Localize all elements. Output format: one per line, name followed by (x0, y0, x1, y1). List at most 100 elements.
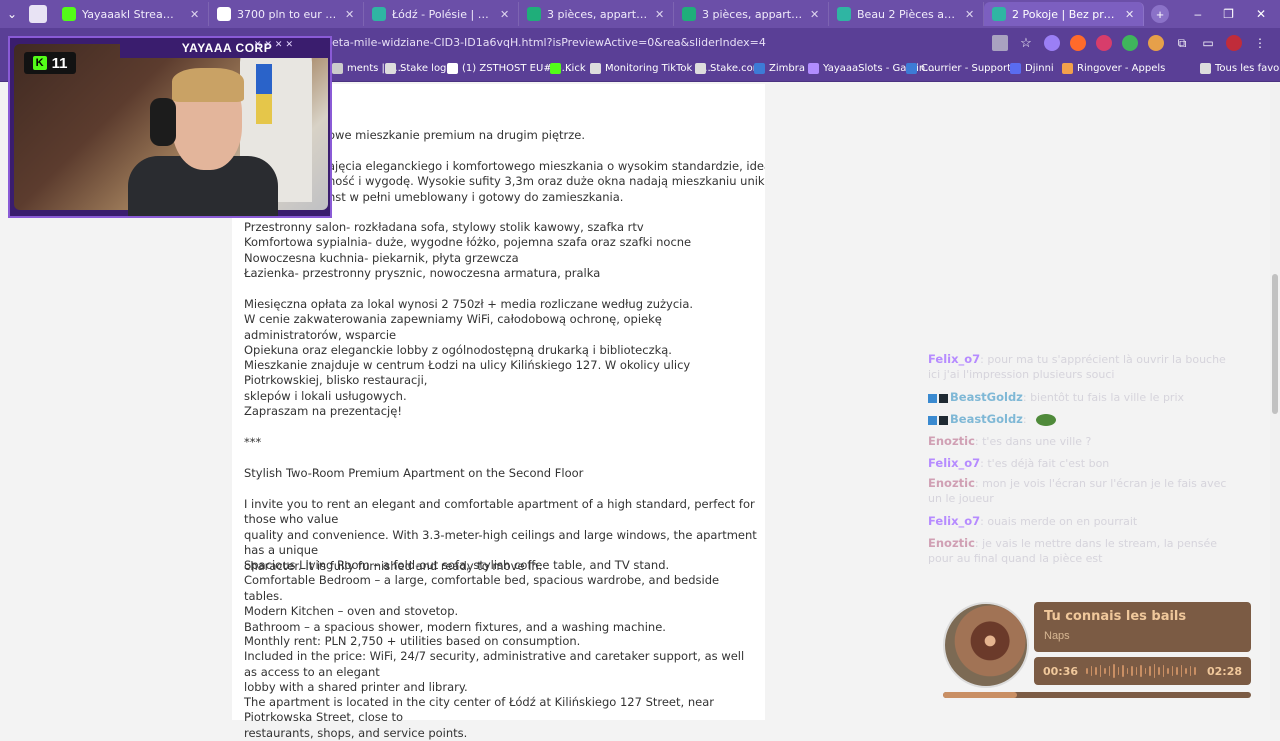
extension-icons: ☆ ⧉ ▭ ⋮ (992, 35, 1268, 51)
plus-circle: + (1151, 5, 1169, 23)
chat-text: t'es déjà fait c'est bon (987, 457, 1110, 470)
tab-close-icon[interactable]: ✕ (345, 8, 355, 21)
waveform (1086, 664, 1196, 678)
profile-avatar-icon[interactable] (1226, 35, 1242, 51)
track-progress (943, 692, 1251, 698)
chat-username[interactable]: Felix_o7 (928, 352, 980, 366)
star-bookmark-icon[interactable]: ☆ (1018, 35, 1034, 51)
tab-title: Łódź - Polésie | 51 m2 | 3 pièc (392, 7, 494, 21)
browser-tab[interactable]: 2 Pokoje | Bez prowizji | Kamie ✕ (984, 2, 1144, 26)
minimize-icon[interactable]: – (1194, 7, 1201, 21)
menu-dots-icon[interactable]: ⋮ (1252, 35, 1268, 51)
bookmark-item[interactable]: Kick (550, 63, 586, 74)
extension-orange-icon[interactable] (1070, 35, 1086, 51)
bookmark-label: Ringover - Appels (1077, 63, 1166, 74)
bookmark-favicon-icon (906, 63, 917, 74)
tab-close-icon[interactable]: ✕ (190, 8, 200, 21)
tab-favicon-icon (837, 7, 851, 21)
chat-message: BeastGoldz: (928, 412, 1228, 427)
bookmark-item[interactable]: Courrier - Support... (906, 63, 1021, 74)
new-tab-icon[interactable]: + (1148, 2, 1172, 26)
bookmark-favicon-icon (447, 63, 458, 74)
close-window-icon[interactable]: ✕ (1256, 7, 1266, 21)
bookmark-item[interactable]: Ringover - Appels (1062, 63, 1165, 74)
app-grid-icon[interactable] (26, 2, 50, 26)
bookmark-label: Courrier - Support... (921, 63, 1021, 74)
chat-text: ouais merde on en pourrait (987, 515, 1138, 528)
sidebar-icon[interactable]: ▭ (1200, 35, 1216, 51)
frog-emote-icon (1036, 414, 1057, 426)
waveform-bar (1180, 665, 1183, 677)
tab-search-icon[interactable]: ⌄ (0, 2, 24, 26)
brand-stars: ✕✕✕✕ (253, 39, 296, 49)
bookmark-item[interactable]: Djinni (1010, 63, 1054, 74)
tab-strip: ⌄ Yayaaakl Stream - Watch Live✕3700 pln … (0, 0, 1280, 28)
chat-username[interactable]: Enoztic (928, 434, 975, 448)
bookmark-favicon-icon (332, 63, 343, 74)
tab-list: Yayaaakl Stream - Watch Live✕3700 pln to… (54, 2, 1144, 26)
waveform-bar (1099, 665, 1102, 677)
puzzle-icon[interactable]: ⧉ (1174, 35, 1190, 51)
flag-yellow (256, 94, 272, 124)
browser-tab[interactable]: Yayaaakl Stream - Watch Live ✕ (54, 2, 209, 26)
waveform-bar (1149, 666, 1151, 676)
waveform-bar (1086, 668, 1088, 674)
translate-icon[interactable] (992, 35, 1008, 51)
maximize-icon[interactable]: ❐ (1223, 7, 1234, 21)
browser-tab[interactable]: 3 pièces, appartement à louer ✕ (674, 2, 829, 26)
bookmark-item[interactable]: Tous les favoris (1200, 63, 1280, 74)
waveform-bar (1122, 665, 1124, 677)
brand-label: YAYAAA CORP (120, 38, 330, 58)
chat-text: t'es dans une ville ? (982, 435, 1092, 448)
description-paragraph: *** (244, 435, 262, 449)
page-scrollbar[interactable] (1270, 84, 1280, 720)
extension-sun-icon[interactable] (1148, 35, 1164, 51)
chat-username[interactable]: BeastGoldz (950, 412, 1023, 426)
tab-close-icon[interactable]: ✕ (965, 8, 975, 21)
bookmark-item[interactable]: Monitoring TikTok L... (590, 63, 711, 74)
description-paragraph: The apartment is located in the city cen… (244, 695, 714, 740)
extension-green-icon[interactable] (1122, 35, 1138, 51)
bookmark-item[interactable]: Stake logo (385, 63, 453, 74)
tab-favicon-icon (682, 7, 696, 21)
waveform-bar (1095, 667, 1097, 675)
url-text[interactable]: eta-mile-widziane-CID3-ID1a6vqH.html?isP… (332, 36, 766, 49)
tab-favicon-icon (372, 7, 386, 21)
chat-separator: : (1022, 413, 1031, 426)
chat-username[interactable]: Felix_o7 (928, 456, 980, 470)
browser-tab[interactable]: Łódź - Polésie | 51 m2 | 3 pièc ✕ (364, 2, 519, 26)
chat-message: Enoztic: je vais le mettre dans le strea… (928, 536, 1228, 566)
chat-message: Felix_o7: pour ma tu s'apprécient là ouv… (928, 352, 1228, 382)
extension-red-icon[interactable] (1096, 35, 1112, 51)
chat-username[interactable]: BeastGoldz (950, 390, 1023, 404)
chat-username[interactable]: Enoztic (928, 536, 975, 550)
bookmark-favicon-icon (695, 63, 706, 74)
scrollbar-thumb[interactable] (1272, 274, 1278, 414)
bookmark-label: Djinni (1025, 63, 1054, 74)
bookmark-item[interactable]: Stake.com (695, 63, 763, 74)
tab-close-icon[interactable]: ✕ (655, 8, 665, 21)
extension-purple-icon[interactable] (1044, 35, 1060, 51)
browser-tab[interactable]: Beau 2 Pièces après rénovatio ✕ (829, 2, 984, 26)
track-title: Tu connais les bails (1044, 609, 1187, 624)
tab-close-icon[interactable]: ✕ (810, 8, 820, 21)
waveform-bar (1153, 664, 1156, 678)
waveform-bar (1194, 667, 1196, 675)
flag-blue (256, 64, 272, 94)
kick-badge: K 11 (24, 52, 76, 74)
tab-close-icon[interactable]: ✕ (1125, 8, 1135, 21)
chat-badge-icon (928, 393, 937, 403)
kick-count: 11 (51, 54, 68, 72)
description-paragraph: Mieszkanie znajduje w centrum Łodzi na u… (244, 358, 691, 403)
browser-tab[interactable]: 3700 pln to eur - Recherche G ✕ (209, 2, 364, 26)
chat-username[interactable]: Enoztic (928, 476, 975, 490)
browser-tab[interactable]: 3 pièces, appartement à louer ✕ (519, 2, 674, 26)
waveform-bar (1185, 668, 1187, 674)
bookmark-favicon-icon (590, 63, 601, 74)
bookmark-item[interactable]: Zimbra (754, 63, 805, 74)
chat-message: Enoztic: t'es dans une ville ? (928, 434, 1228, 449)
tab-close-icon[interactable]: ✕ (500, 8, 510, 21)
waveform-bar (1090, 666, 1093, 676)
waveform-bar (1126, 668, 1129, 674)
chat-username[interactable]: Felix_o7 (928, 514, 980, 528)
